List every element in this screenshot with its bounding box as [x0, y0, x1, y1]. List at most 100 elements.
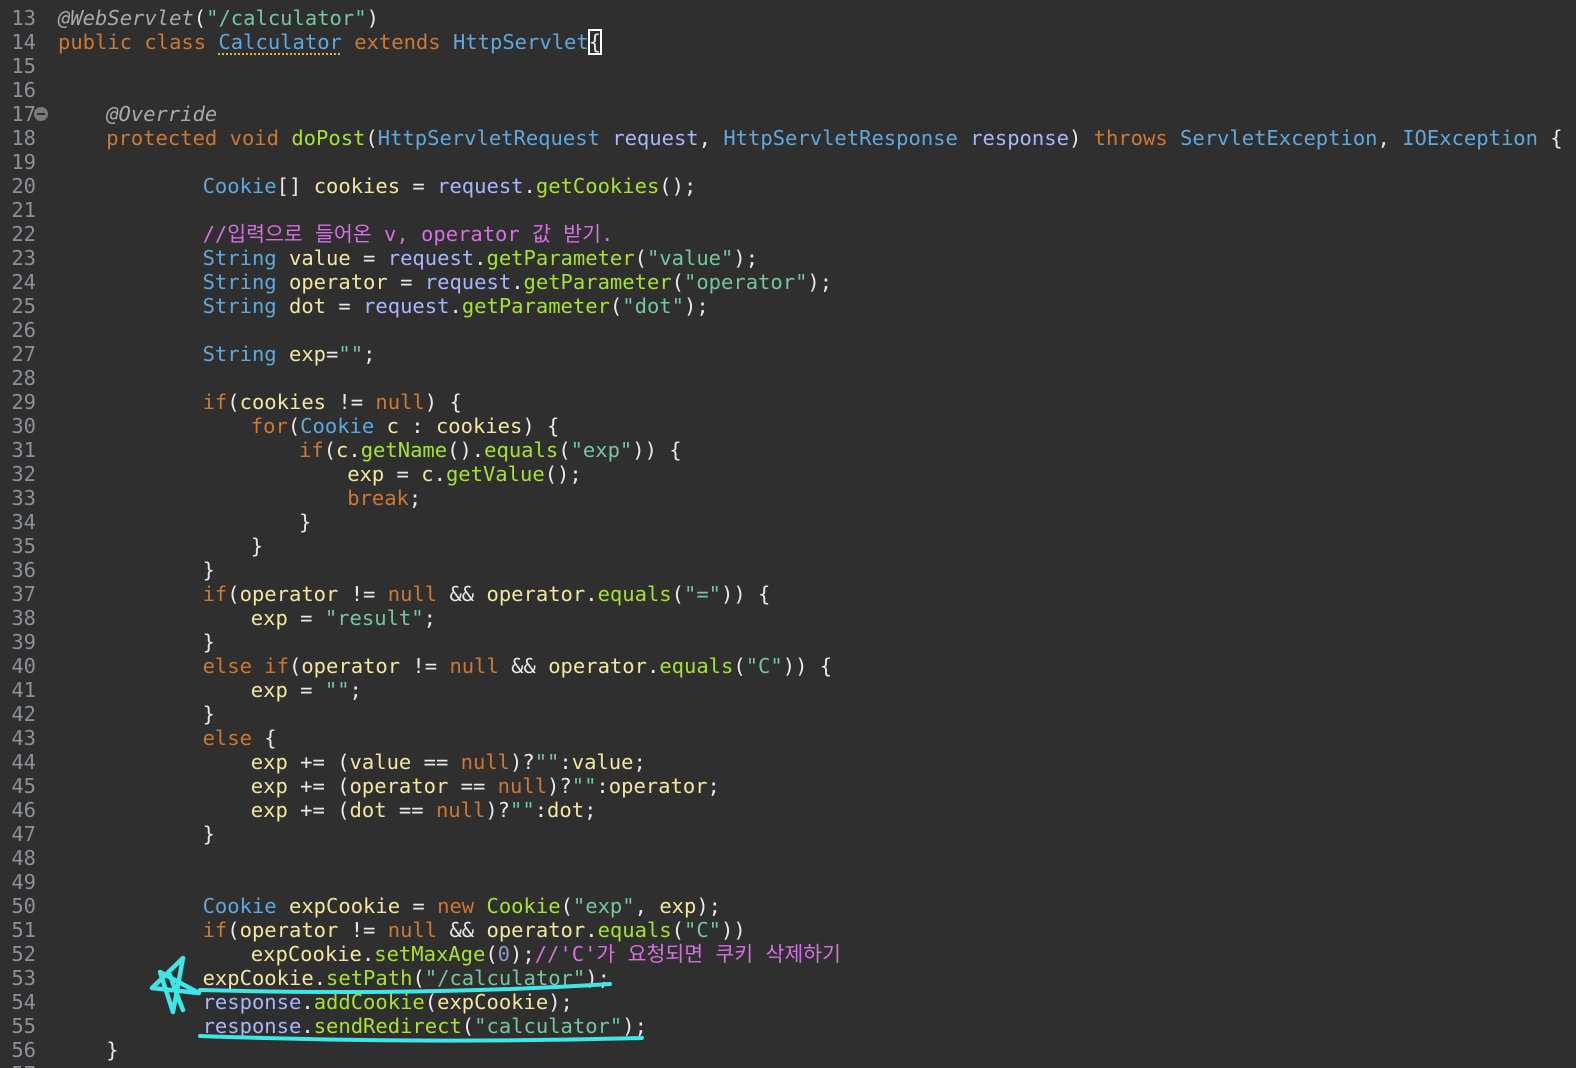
line-number: 39 [11, 630, 36, 654]
code-token: "exp" [570, 438, 633, 462]
code-token: cookies [239, 390, 327, 414]
code-token: : [596, 774, 609, 798]
code-line[interactable]: 29 if(cookies != null) { [0, 390, 1576, 414]
code-token: "result" [324, 606, 424, 630]
line-number: 25 [11, 294, 36, 318]
code-text: for(Cookie c : cookies) { [251, 414, 560, 438]
line-number: 28 [11, 366, 36, 390]
code-line[interactable]: 22 //입력으로 들어온 v, operator 값 받기. [0, 222, 1576, 246]
code-line[interactable]: 24 String operator = request.getParameter… [0, 270, 1576, 294]
line-number: 23 [11, 246, 36, 270]
code-line[interactable]: 26 [0, 318, 1576, 342]
code-line[interactable]: 44 exp += (value == null)?"":value; [0, 750, 1576, 774]
code-line[interactable]: 50 Cookie expCookie = new Cookie("exp", e… [0, 894, 1576, 918]
fold-collapse-icon[interactable] [34, 107, 48, 121]
code-token: 0 [497, 942, 511, 966]
code-text: break; [347, 486, 421, 510]
code-token: ); [548, 990, 573, 1014]
code-token: . [361, 942, 375, 966]
code-line[interactable]: 48 [0, 846, 1576, 870]
code-token: request [424, 270, 512, 294]
code-line[interactable]: 55 response.sendRedirect("calculator"); [0, 1014, 1576, 1038]
code-token: ( [289, 654, 302, 678]
code-line[interactable]: 46 exp += (dot == null)?"":dot; [0, 798, 1576, 822]
code-token: } [299, 510, 312, 534]
code-line[interactable]: 40 else if(operator != null && operator.e… [0, 654, 1576, 678]
code-token: getParameter [523, 270, 672, 294]
code-line[interactable]: 34} [0, 510, 1576, 534]
code-text: else { [203, 726, 277, 750]
code-token: exp [250, 798, 288, 822]
code-line[interactable]: 16 [0, 78, 1576, 102]
code-token: ); [510, 942, 535, 966]
code-editor[interactable]: 13 @WebServlet("/calculator") 14 public cla… [0, 0, 1576, 1068]
code-token: ( [424, 990, 438, 1014]
line-number: 21 [11, 198, 36, 222]
code-token: . [585, 918, 598, 942]
code-token: } [106, 1038, 119, 1062]
code-line[interactable]: 36} [0, 558, 1576, 582]
code-line[interactable]: 32 exp = c.getValue(); [0, 462, 1576, 486]
code-line[interactable]: 49 [0, 870, 1576, 894]
code-line[interactable]: 30 for(Cookie c : cookies) { [0, 414, 1576, 438]
code-line[interactable]: 17 @Override [0, 102, 1576, 126]
code-token: ( [323, 438, 337, 462]
code-line[interactable]: 54 response.addCookie(expCookie); [0, 990, 1576, 1014]
code-token: getCookies [535, 174, 660, 198]
code-line[interactable]: 53 expCookie.setPath("/calculator"); [0, 966, 1576, 990]
code-line[interactable]: 18 protected void doPost(HttpServletReque… [0, 126, 1576, 150]
code-line[interactable]: 57 [0, 1062, 1576, 1068]
code-line[interactable]: 52 expCookie.setMaxAge(0);//'C'가 요청되면 쿠키 … [0, 942, 1576, 966]
code-text: Cookie[] cookies = request.getCookies(); [203, 174, 697, 198]
line-number: 47 [11, 822, 36, 846]
code-line[interactable]: 25 String dot = request.getParameter("dot… [0, 294, 1576, 318]
code-text: exp += (value == null)?"":value; [251, 750, 646, 774]
code-line[interactable]: 35} [0, 534, 1576, 558]
code-token: equals [659, 654, 734, 678]
code-line[interactable]: 23 String value = request.getParameter("v… [0, 246, 1576, 270]
code-line[interactable]: 13 @WebServlet("/calculator") [0, 6, 1576, 30]
code-token: Cookie [202, 894, 277, 918]
code-token: = [384, 462, 422, 486]
code-token: && [437, 918, 487, 942]
code-line[interactable]: 56} [0, 1038, 1576, 1062]
code-line[interactable]: 43 else { [0, 726, 1576, 750]
code-line[interactable]: 15 [0, 54, 1576, 78]
code-token: request [612, 126, 699, 150]
code-token: += ( [287, 750, 350, 774]
code-token: null [375, 390, 425, 414]
code-line[interactable]: 37 if(operator != null && operator.equals… [0, 582, 1576, 606]
code-text: @WebServlet("/calculator") [58, 6, 379, 30]
code-line[interactable]: 42} [0, 702, 1576, 726]
code-line[interactable]: 45 exp += (operator == null)?"":operator; [0, 774, 1576, 798]
line-number: 53 [11, 966, 36, 990]
code-line[interactable]: 27 String exp=""; [0, 342, 1576, 366]
code-line[interactable]: 51 if(operator != null && operator.equals… [0, 918, 1576, 942]
code-token: response [202, 990, 302, 1014]
code-text: exp = "result"; [251, 606, 436, 630]
code-token: = [400, 174, 438, 198]
code-line[interactable]: 20 Cookie[] cookies = request.getCookies(… [0, 174, 1576, 198]
code-line[interactable]: 21 [0, 198, 1576, 222]
code-line[interactable]: 31 if(c.getName().equals("exp")) { [0, 438, 1576, 462]
code-line[interactable]: 28 [0, 366, 1576, 390]
code-line[interactable]: 39} [0, 630, 1576, 654]
code-text: String operator = request.getParameter("… [203, 270, 833, 294]
code-line[interactable]: 14 public class Calculator extends HttpSe… [0, 29, 1576, 55]
code-line[interactable]: 19 [0, 150, 1576, 174]
line-number: 27 [11, 342, 36, 366]
code-token: ; [408, 486, 422, 510]
code-line[interactable]: 41 exp = ""; [0, 678, 1576, 702]
code-text: if(operator != null && operator.equals("… [203, 918, 746, 942]
line-number: 13 [11, 6, 36, 30]
code-line[interactable]: 33 break; [0, 486, 1576, 510]
code-token: value [349, 750, 412, 774]
code-line[interactable]: 38 exp = "result"; [0, 606, 1576, 630]
code-token: throws [1093, 126, 1181, 150]
code-token: != [400, 654, 450, 678]
code-token: , [634, 894, 660, 918]
code-text: public class Calculator extends HttpServ… [58, 29, 603, 55]
code-token: request [363, 294, 450, 318]
code-line[interactable]: 47} [0, 822, 1576, 846]
code-token: getParameter [486, 246, 635, 270]
